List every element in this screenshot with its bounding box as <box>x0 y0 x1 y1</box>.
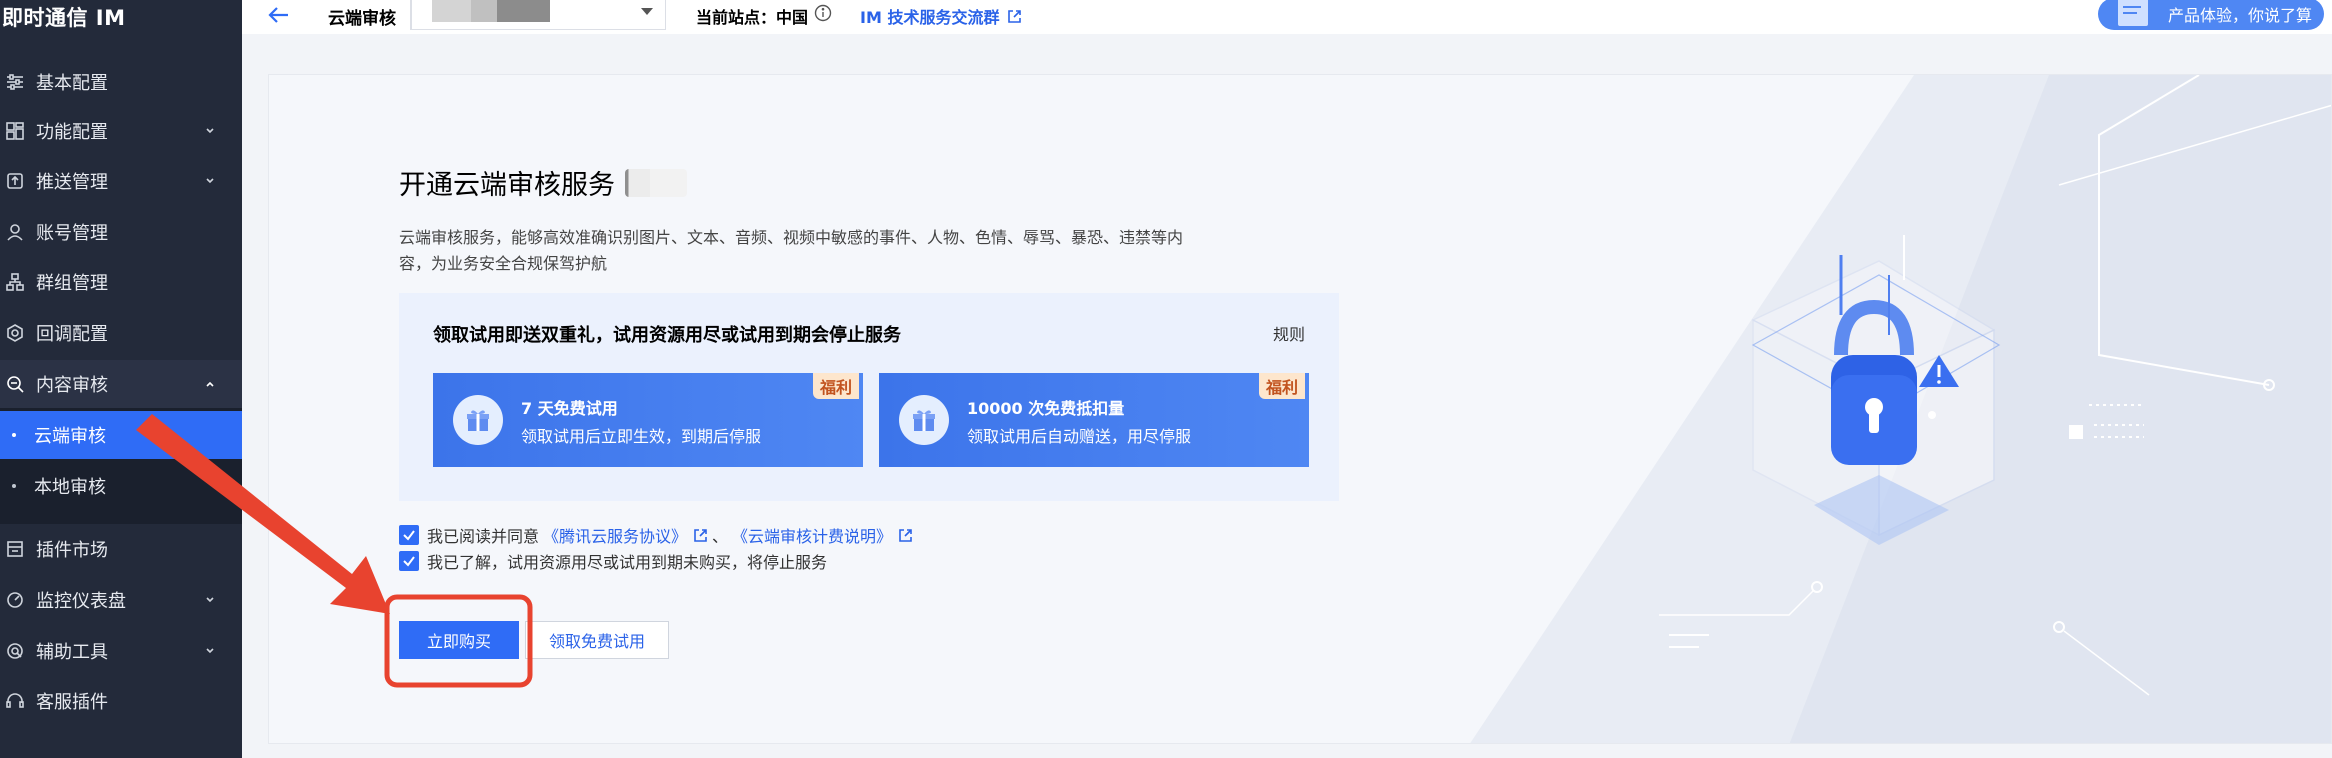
gift-icon <box>453 395 503 445</box>
gift-icon <box>899 395 949 445</box>
sidebar-item-feature-config[interactable]: 功能配置 <box>0 107 242 155</box>
benefit-card: 7 天免费试用 领取试用后立即生效，到期后停服 福利 <box>433 373 863 467</box>
headset-icon <box>4 690 26 712</box>
benefit-desc: 领取试用后自动赠送，用尽停服 <box>967 427 1192 446</box>
chevron-up-icon <box>206 381 214 387</box>
sidebar-item-customer-service[interactable]: 客服插件 <box>0 677 242 725</box>
service-title: 开通云端审核服务 <box>399 163 687 202</box>
agreement-row-stop-service: 我已了解，试用资源用尽或试用到期未购买，将停止服务 <box>399 549 827 573</box>
push-icon <box>4 170 26 192</box>
benefit-desc: 领取试用后立即生效，到期后停服 <box>521 427 762 446</box>
service-agreement-link-label: 《腾讯云服务协议》 <box>543 527 688 546</box>
sidebar-item-label: 内容审核 <box>36 375 108 396</box>
service-agreement-link[interactable]: 《腾讯云服务协议》 <box>543 523 708 547</box>
terms-checkbox[interactable] <box>399 525 419 545</box>
im-group-link[interactable]: IM 技术服务交流群 <box>860 4 1022 28</box>
sidebar-item-label: 基本配置 <box>36 73 108 94</box>
chevron-down-icon <box>206 128 214 134</box>
sidebar-item-push[interactable]: 推送管理 <box>0 157 242 205</box>
product-brand: 即时通信 IM <box>2 6 126 30</box>
callback-icon <box>4 322 26 344</box>
rules-link[interactable]: 规则 <box>1273 321 1305 345</box>
check-icon <box>403 556 415 567</box>
chevron-down-icon <box>206 648 214 654</box>
sidebar-item-label: 客服插件 <box>36 692 108 713</box>
sidebar-item-tools[interactable]: 辅助工具 <box>0 627 242 675</box>
back-arrow-icon[interactable] <box>266 2 292 28</box>
agreement-prefix: 我已阅读并同意 <box>427 527 540 546</box>
sidebar-item-label: 插件市场 <box>36 540 108 561</box>
info-icon[interactable] <box>814 4 832 22</box>
sidebar-item-label: 功能配置 <box>36 122 108 143</box>
document-icon <box>2118 0 2148 26</box>
free-trial-button[interactable]: 领取免费试用 <box>525 621 669 659</box>
sidebar-subitem-label: 本地审核 <box>34 477 106 498</box>
buy-now-button[interactable]: 立即购买 <box>399 621 519 659</box>
stop-service-checkbox[interactable] <box>399 551 419 571</box>
site-value: 中国 <box>776 8 809 27</box>
group-icon <box>4 271 26 293</box>
redacted-app-name <box>432 0 550 22</box>
plugin-icon <box>4 538 26 560</box>
caret-down-icon <box>641 8 653 15</box>
bullet-dot <box>12 484 16 488</box>
sidebar-item-label: 辅助工具 <box>36 642 108 663</box>
benefit-title: 7 天免费试用 <box>521 399 618 418</box>
main-card: 开通云端审核服务 云端审核服务，能够高效准确识别图片、文本、音频、视频中敏感的事… <box>268 74 2332 744</box>
service-description: 云端审核服务，能够高效准确识别图片、文本、音频、视频中敏感的事件、人物、色情、辱… <box>399 228 1184 273</box>
feedback-button[interactable]: 产品体验，你说了算 <box>2098 0 2324 30</box>
benefit-tag: 福利 <box>1259 373 1305 399</box>
sidebar-item-plugin-market[interactable]: 插件市场 <box>0 525 242 573</box>
sidebar-item-label: 监控仪表盘 <box>36 591 126 612</box>
sidebar-item-label: 账号管理 <box>36 223 108 244</box>
sidebar-item-group[interactable]: 群组管理 <box>0 258 242 306</box>
billing-doc-link[interactable]: 《云端审核计费说明》 <box>732 523 913 547</box>
sidebar-item-label: 回调配置 <box>36 324 108 345</box>
billing-doc-link-label: 《云端审核计费说明》 <box>732 527 893 546</box>
chevron-down-icon <box>206 178 214 184</box>
bullet-dot <box>12 433 16 437</box>
sidebar-subitem-label: 云端审核 <box>34 426 106 447</box>
audit-icon <box>4 373 26 395</box>
external-link-icon <box>899 528 912 542</box>
grid-icon <box>4 120 26 142</box>
stop-service-text: 我已了解，试用资源用尽或试用到期未购买，将停止服务 <box>427 553 828 572</box>
benefit-tag: 福利 <box>813 373 859 399</box>
dashboard-icon <box>4 589 26 611</box>
sidebar-item-callback[interactable]: 回调配置 <box>0 309 242 357</box>
feedback-button-label: 产品体验，你说了算 <box>2168 6 2313 25</box>
benefit-card: 10000 次免费抵扣量 领取试用后自动赠送，用尽停服 福利 <box>879 373 1309 467</box>
agreement-row-terms: 我已阅读并同意 《腾讯云服务协议》 、 《云端审核计费说明》 <box>399 523 917 547</box>
trial-title: 领取试用即送双重礼，试用资源用尽或试用到期会停止服务 <box>433 325 901 346</box>
tools-icon <box>4 640 26 662</box>
sidebar-item-basic-config[interactable]: 基本配置 <box>0 58 242 106</box>
check-icon <box>403 530 415 541</box>
sidebar-subitem-local-audit[interactable]: 本地审核 <box>0 462 242 510</box>
user-icon <box>4 221 26 243</box>
im-group-link-label: IM 技术服务交流群 <box>860 8 1000 27</box>
service-title-text: 开通云端审核服务 <box>399 170 615 201</box>
app-selector[interactable] <box>410 0 666 30</box>
sidebar-item-dashboard[interactable]: 监控仪表盘 <box>0 576 242 624</box>
external-link-icon <box>1008 9 1022 23</box>
external-link-icon <box>694 528 707 542</box>
top-bar: 云端审核 当前站点： 中国 IM 技术服务交流群 产品体验，你说了算 <box>242 0 2332 34</box>
sidebar-item-label: 群组管理 <box>36 273 108 294</box>
sliders-icon <box>4 71 26 93</box>
sidebar-subitem-cloud-audit[interactable]: 云端审核 <box>0 411 242 459</box>
sidebar-item-content-audit[interactable]: 内容审核 <box>0 360 242 408</box>
trial-panel: 领取试用即送双重礼，试用资源用尽或试用到期会停止服务 规则 7 天免费试用 领取… <box>399 293 1339 501</box>
chevron-down-icon <box>206 597 214 603</box>
agreement-separator: 、 <box>712 527 729 546</box>
sidebar-item-account[interactable]: 账号管理 <box>0 208 242 256</box>
site-label: 当前站点： <box>696 8 777 27</box>
redacted-title-suffix <box>625 168 687 197</box>
page-label: 云端审核 <box>328 9 396 29</box>
benefit-title: 10000 次免费抵扣量 <box>967 399 1125 418</box>
sidebar: 即时通信 IM 基本配置 功能配置 推送管理 账号管理 群组管理 回调配置 内容… <box>0 0 242 758</box>
sidebar-item-label: 推送管理 <box>36 172 108 193</box>
